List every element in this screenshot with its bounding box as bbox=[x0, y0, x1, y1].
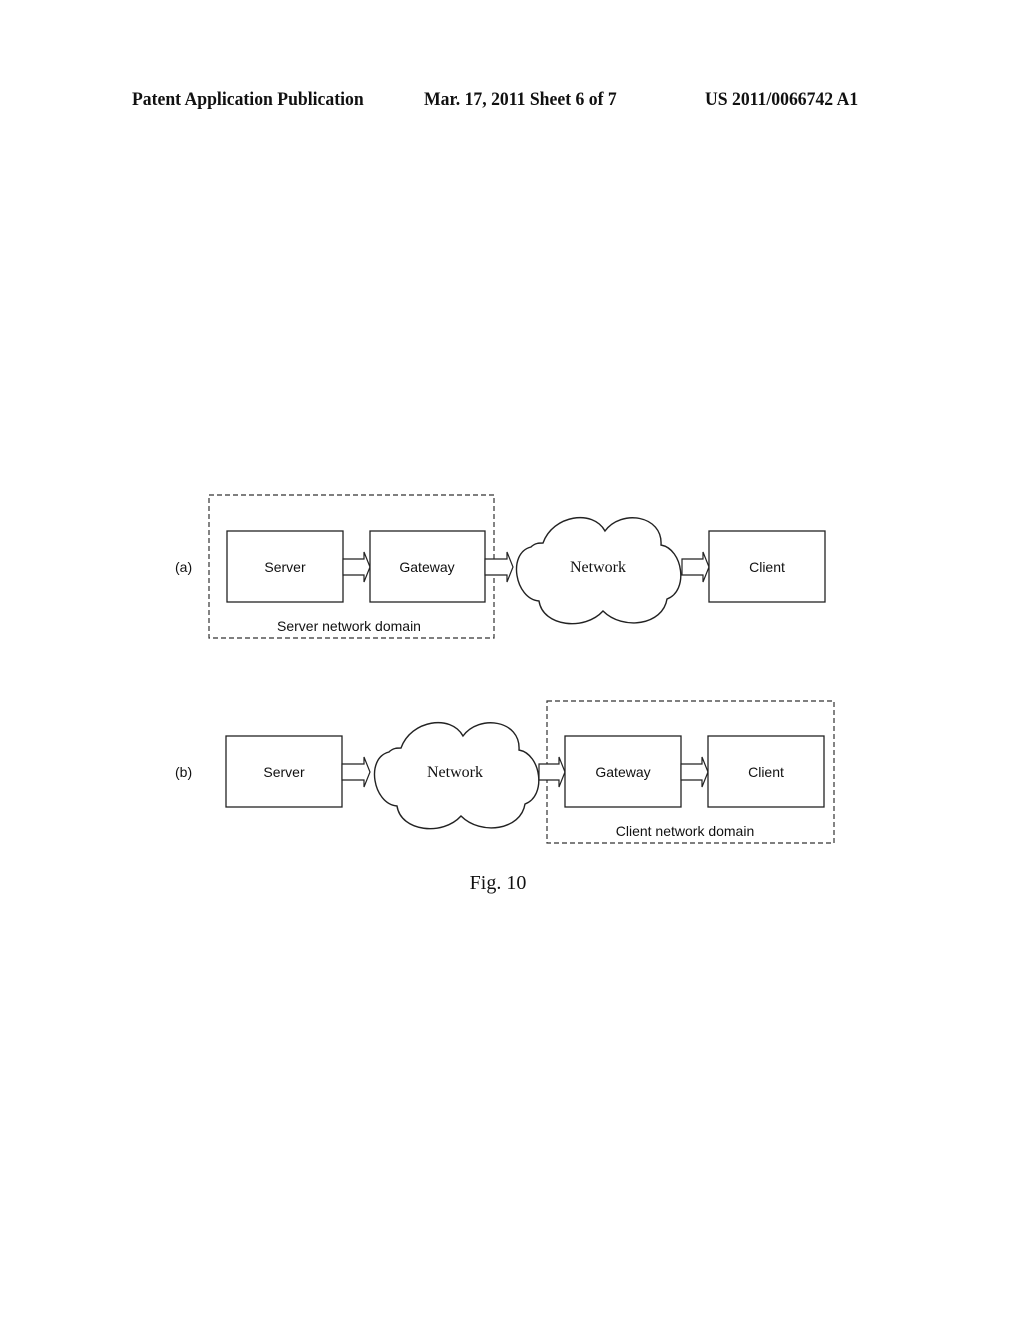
panel-b: (b) Server Network Gateway Client Client… bbox=[175, 700, 835, 844]
arrow-gateway-to-client bbox=[680, 756, 709, 788]
panel-b-label: (b) bbox=[175, 764, 192, 780]
gateway-label: Gateway bbox=[399, 559, 454, 575]
panel-a-label: (a) bbox=[175, 559, 192, 575]
network-label: Network bbox=[427, 764, 483, 781]
arrow-server-to-gateway bbox=[342, 551, 371, 583]
figure-10-diagram: (a) Server Gateway Network Client Server… bbox=[175, 494, 835, 894]
arrow-network-to-client bbox=[681, 551, 710, 583]
client-network-domain-label: Client network domain bbox=[616, 823, 755, 839]
network-label: Network bbox=[570, 559, 626, 576]
gateway-label: Gateway bbox=[595, 764, 650, 780]
client-label: Client bbox=[749, 559, 785, 575]
arrow-gateway-to-network bbox=[484, 551, 514, 583]
arrow-network-to-gateway bbox=[538, 756, 566, 788]
panel-a: (a) Server Gateway Network Client Server… bbox=[175, 494, 826, 639]
server-label: Server bbox=[263, 764, 305, 780]
client-label: Client bbox=[748, 764, 784, 780]
server-network-domain-label: Server network domain bbox=[277, 618, 421, 634]
server-label: Server bbox=[264, 559, 306, 575]
figure-caption: Fig. 10 bbox=[470, 872, 527, 894]
arrow-server-to-network bbox=[341, 756, 371, 788]
